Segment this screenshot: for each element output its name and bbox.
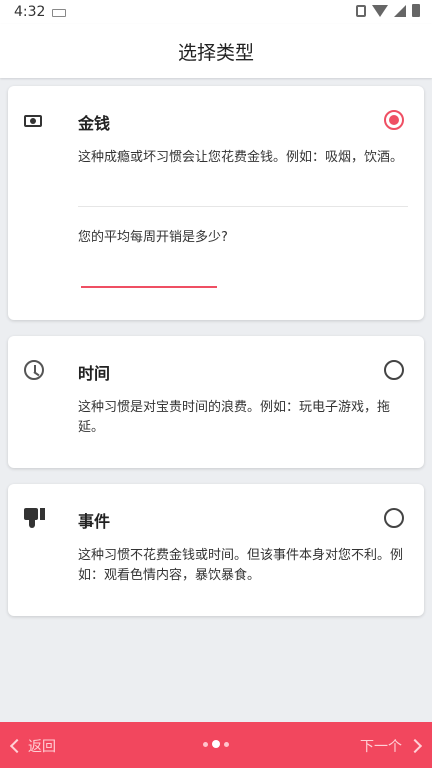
signal-icon bbox=[394, 4, 406, 17]
type-card-time[interactable]: 时间 这种习惯是对宝贵时间的浪费。例如：玩电子游戏，拖延。 bbox=[8, 336, 424, 468]
page-dot bbox=[224, 741, 229, 747]
radio-time[interactable] bbox=[384, 360, 404, 380]
next-button[interactable]: 下一个 bbox=[360, 736, 423, 756]
footer-bar: 返回 下一个 bbox=[0, 722, 432, 768]
radio-money[interactable] bbox=[384, 110, 404, 130]
keyboard-notification-icon bbox=[52, 9, 66, 17]
next-label: 下一个 bbox=[360, 739, 402, 755]
type-card-event[interactable]: 事件 这种习惯不花费金钱或时间。但该事件本身对您不利。例如：观看色情内容，暴饮暴… bbox=[8, 484, 424, 616]
card-title-time: 时间 bbox=[78, 364, 111, 383]
thumbs-down-icon bbox=[24, 508, 46, 530]
card-desc-event: 这种习惯不花费金钱或时间。但该事件本身对您不利。例如：观看色情内容，暴饮暴食。 bbox=[78, 548, 404, 583]
money-icon bbox=[24, 115, 42, 127]
vibrate-icon bbox=[356, 4, 366, 17]
weekly-spend-question: 您的平均每周开销是多少? bbox=[78, 230, 228, 245]
page-dot-active bbox=[212, 740, 220, 748]
type-card-money[interactable]: 金钱 这种成瘾或坏习惯会让您花费金钱。例如：吸烟，饮酒。 您的平均每周开销是多少… bbox=[8, 86, 424, 320]
card-title-event: 事件 bbox=[78, 512, 111, 531]
page-dot bbox=[203, 741, 208, 747]
wifi-icon bbox=[372, 4, 388, 17]
status-icons bbox=[356, 4, 420, 17]
weekly-spend-input[interactable] bbox=[81, 266, 217, 288]
card-desc-money: 这种成瘾或坏习惯会让您花费金钱。例如：吸烟，饮酒。 bbox=[78, 150, 404, 165]
battery-icon bbox=[412, 4, 420, 17]
card-title-money: 金钱 bbox=[78, 114, 111, 133]
page-title: 选择类型 bbox=[177, 42, 254, 64]
status-bar: 4:32 bbox=[0, 0, 432, 24]
radio-event[interactable] bbox=[384, 508, 404, 528]
card-desc-time: 这种习惯是对宝贵时间的浪费。例如：玩电子游戏，拖延。 bbox=[78, 400, 391, 435]
divider bbox=[78, 206, 408, 207]
clock-icon bbox=[24, 360, 44, 380]
status-time: 4:32 bbox=[14, 4, 46, 20]
chevron-right-icon bbox=[407, 738, 423, 754]
app-bar: 选择类型 bbox=[0, 24, 432, 78]
